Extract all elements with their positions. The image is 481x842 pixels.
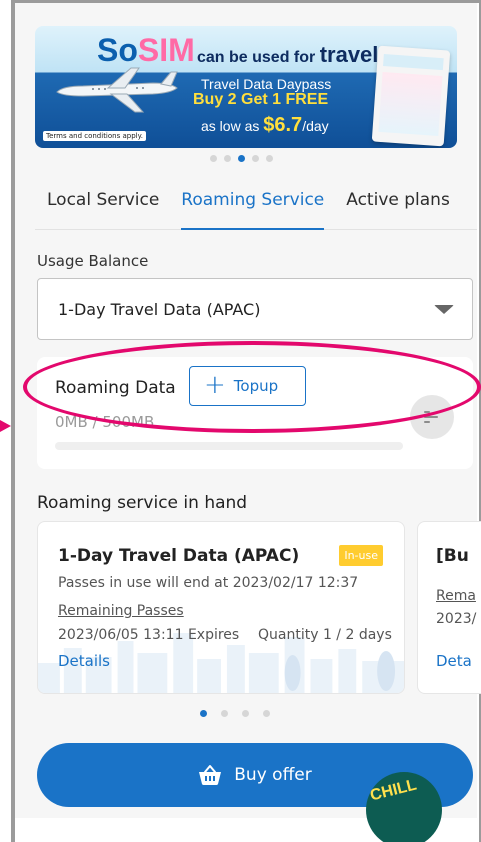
- offer-dot[interactable]: [263, 710, 270, 717]
- details-link[interactable]: Details: [58, 652, 110, 670]
- offer-dot[interactable]: [242, 710, 249, 717]
- remaining-passes-link[interactable]: Remaining Passes: [58, 603, 184, 619]
- banner-terms: Terms and conditions apply.: [43, 131, 146, 141]
- usage-balance-label: Usage Balance: [37, 252, 149, 270]
- offer-ends-text: Passes in use will end at 2023/02/17 12:…: [58, 575, 359, 591]
- banner-line-2: Buy 2 Get 1 FREE: [193, 91, 329, 108]
- offer-title: [Bu: [436, 546, 469, 566]
- banner-dot[interactable]: [224, 155, 231, 162]
- offer-title: 1-Day Travel Data (APAC): [58, 546, 300, 566]
- offer-expires-text: 2023/: [436, 611, 477, 627]
- price-value: $6.7: [263, 114, 303, 136]
- offer-dot-active[interactable]: [200, 710, 207, 717]
- plan-select[interactable]: 1-Day Travel Data (APAC): [37, 278, 473, 340]
- banner-dot-active[interactable]: [238, 155, 245, 162]
- in-use-badge: In-use: [339, 545, 383, 566]
- offer-expires-text: 2023/06/05 13:11 Expires: [58, 627, 240, 643]
- remaining-passes-link[interactable]: Rema: [436, 588, 476, 604]
- price-unit: /day: [302, 118, 329, 134]
- buy-offer-label: Buy offer: [234, 765, 312, 785]
- service-tabs: Local Service Roaming Service Active pla…: [35, 185, 477, 230]
- banner-dot[interactable]: [210, 155, 217, 162]
- caret-down-icon: [434, 305, 454, 314]
- price-lead: as low as: [201, 118, 264, 134]
- plan-select-value: 1-Day Travel Data (APAC): [58, 300, 261, 319]
- banner-dot[interactable]: [266, 155, 273, 162]
- tab-roaming-service[interactable]: Roaming Service: [181, 185, 325, 230]
- promo-banner[interactable]: SoSIM can be used for travel Travel Data…: [35, 26, 457, 148]
- tab-local-service[interactable]: Local Service: [47, 185, 159, 230]
- shopping-basket-icon: [199, 765, 222, 785]
- headline-word: travel: [319, 42, 379, 67]
- offer-card[interactable]: [Bu Rema 2023/ Deta: [417, 521, 481, 694]
- brand-sim-text: SIM: [137, 32, 195, 68]
- offer-quantity-text: Quantity 1 / 2 days: [258, 627, 392, 643]
- arrow-annotation-icon: [0, 420, 11, 432]
- banner-brand: SoSIM: [97, 32, 195, 69]
- sim-card-packs-illustration: [371, 45, 451, 147]
- details-link[interactable]: Deta: [436, 652, 472, 670]
- offer-dot[interactable]: [221, 710, 228, 717]
- headline-lead: can be used for: [197, 49, 320, 66]
- banner-line-1: Travel Data Daypass: [201, 76, 332, 92]
- chill-chat-button[interactable]: CHILL: [366, 772, 442, 842]
- banner-headline: can be used for travel: [197, 42, 378, 68]
- tab-active-plans[interactable]: Active plans: [346, 185, 450, 230]
- highlight-annotation: [23, 341, 481, 433]
- brand-so-text: So: [97, 32, 138, 68]
- airplane-illustration: [56, 67, 178, 113]
- offer-pagination: [200, 710, 270, 717]
- roaming-data-progress: [55, 442, 403, 450]
- banner-line-3: as low as $6.7/day: [201, 114, 329, 137]
- banner-dot[interactable]: [252, 155, 259, 162]
- banner-pagination: [210, 155, 273, 162]
- in-hand-label: Roaming service in hand: [37, 493, 248, 513]
- offer-card[interactable]: 1-Day Travel Data (APAC) In-use Passes i…: [37, 521, 405, 694]
